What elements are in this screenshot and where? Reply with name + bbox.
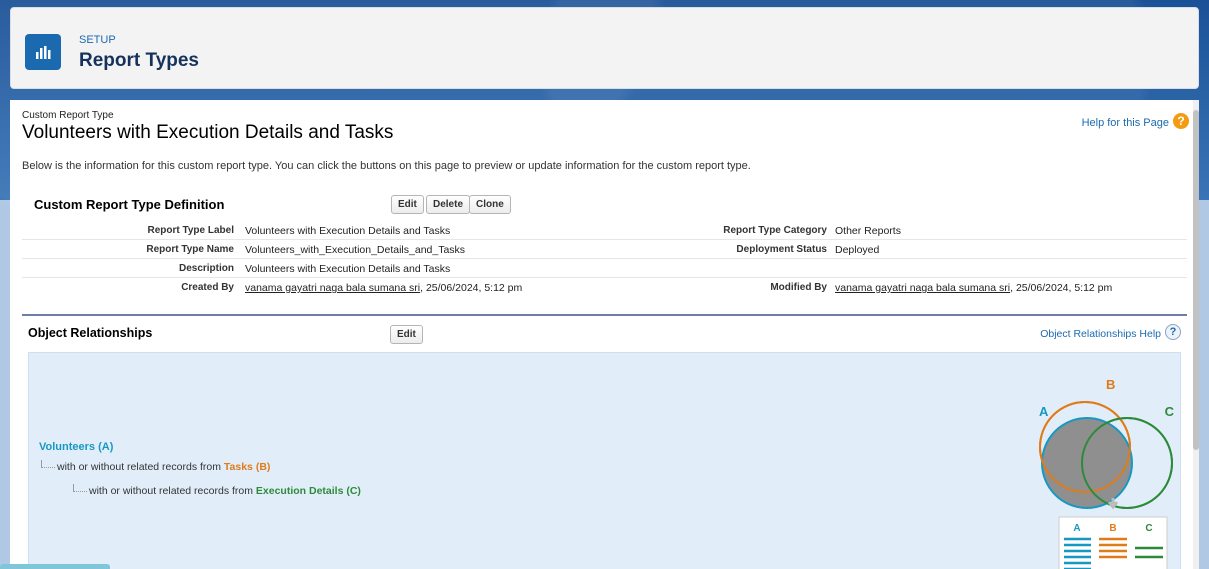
- header-eyebrow: SETUP: [79, 34, 116, 46]
- clone-button[interactable]: Clone: [469, 195, 511, 214]
- definition-table: Report Type Label Volunteers with Execut…: [22, 221, 1187, 297]
- scrollbar[interactable]: [1193, 100, 1199, 569]
- created-date: , 25/06/2024, 5:12 pm: [420, 282, 523, 294]
- table-col-c: C: [1145, 523, 1152, 534]
- page-eyebrow: Custom Report Type: [22, 110, 114, 121]
- venn-circle-a: [1041, 417, 1133, 509]
- field-value: vanama gayatri naga bala sumana sri, 25/…: [245, 282, 522, 294]
- field-value: Deployed: [835, 244, 880, 256]
- table-row: Report Type Label Volunteers with Execut…: [22, 221, 1187, 240]
- field-value: vanama gayatri naga bala sumana sri, 25/…: [835, 282, 1112, 294]
- help-icon[interactable]: ?: [1173, 113, 1189, 129]
- table-col-a: A: [1073, 523, 1080, 534]
- table-col-b: B: [1109, 523, 1116, 534]
- field-value: Volunteers with Execution Details and Ta…: [245, 225, 451, 237]
- main-panel: Custom Report Type Volunteers with Execu…: [10, 100, 1199, 569]
- object-relationships-section: Object Relationships Edit Object Relatio…: [22, 314, 1187, 569]
- page-title: Volunteers with Execution Details and Ta…: [22, 122, 394, 143]
- relationships-section-title: Object Relationships: [28, 326, 153, 340]
- report-chart-icon: [25, 34, 61, 70]
- tree-level-1-object: Tasks (B): [223, 461, 271, 473]
- relationships-diagram-area: Volunteers (A) with or without related r…: [28, 352, 1181, 569]
- edit-definition-button[interactable]: Edit: [391, 195, 424, 214]
- definition-section-title: Custom Report Type Definition: [34, 197, 225, 212]
- venn-label-a: A: [1039, 404, 1049, 419]
- delete-button[interactable]: Delete: [426, 195, 471, 214]
- modified-by-user-link[interactable]: vanama gayatri naga bala sumana sri: [835, 282, 1010, 294]
- tree-connector-icon: [41, 460, 55, 468]
- field-label: Modified By: [770, 282, 827, 293]
- modified-date: , 25/06/2024, 5:12 pm: [1010, 282, 1113, 294]
- table-row: Description Volunteers with Execution De…: [22, 259, 1187, 278]
- tree-level-2-text: with or without related records from: [89, 485, 256, 497]
- tree-root-object: Volunteers (A): [39, 441, 114, 453]
- field-value: Other Reports: [835, 225, 901, 237]
- venn-label-c: C: [1165, 404, 1175, 419]
- table-row: Report Type Name Volunteers_with_Executi…: [22, 240, 1187, 259]
- tree-connector-icon: [73, 484, 87, 492]
- field-value: Volunteers with Execution Details and Ta…: [245, 263, 451, 275]
- tree-level-1: with or without related records from Tas…: [41, 460, 270, 473]
- tree-level-2-object: Execution Details (C): [255, 485, 361, 497]
- setup-header: SETUP Report Types: [10, 7, 1199, 89]
- header-title: Report Types: [79, 50, 200, 71]
- tree-level-2: with or without related records from Exe…: [73, 484, 361, 497]
- intro-text: Below is the information for this custom…: [22, 160, 751, 172]
- field-label: Deployment Status: [736, 244, 827, 255]
- field-value: Volunteers_with_Execution_Details_and_Ta…: [245, 244, 466, 256]
- relationships-help-icon[interactable]: ?: [1165, 324, 1181, 340]
- created-by-user-link[interactable]: vanama gayatri naga bala sumana sri: [245, 282, 420, 294]
- footer-tab[interactable]: [0, 564, 110, 569]
- field-label: Report Type Label: [147, 225, 235, 236]
- tree-level-1-text: with or without related records from: [57, 461, 224, 473]
- field-label: Created By: [181, 282, 234, 293]
- table-row: Created By vanama gayatri naga bala suma…: [22, 278, 1187, 297]
- object-relationships-help-link[interactable]: Object Relationships Help: [1040, 328, 1161, 340]
- field-label: Report Type Name: [146, 244, 234, 255]
- venn-label-b: B: [1106, 377, 1115, 392]
- edit-relationships-button[interactable]: Edit: [390, 325, 423, 344]
- help-for-page-link[interactable]: Help for this Page: [1082, 117, 1169, 129]
- venn-diagram-icon: A B C A B C: [1039, 377, 1175, 569]
- field-label: Report Type Category: [723, 225, 827, 236]
- scrollbar-thumb[interactable]: [1193, 110, 1199, 450]
- field-label: Description: [178, 263, 234, 274]
